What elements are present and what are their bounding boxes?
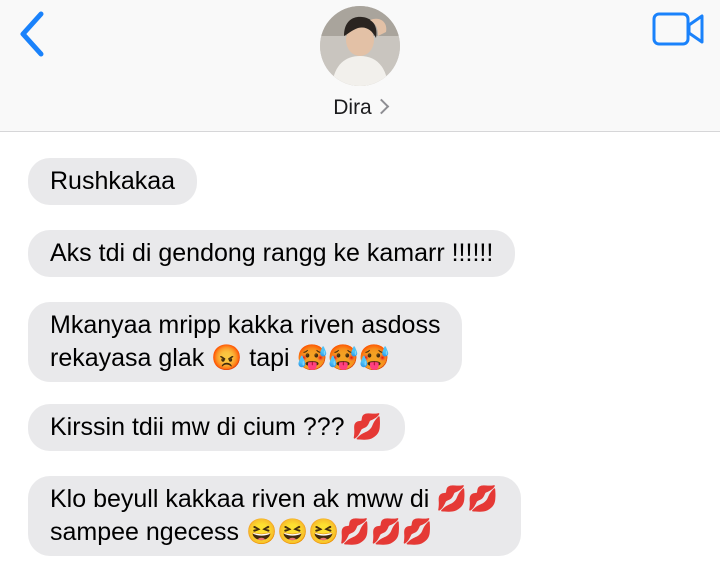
video-camera-icon — [652, 12, 704, 46]
avatar[interactable] — [320, 6, 400, 86]
conversation-screen: Dira Rushkakaa Aks tdi di gendong rangg … — [0, 0, 720, 576]
message-bubble[interactable]: Rushkakaa — [28, 158, 198, 205]
message-text: Rushkakaa — [50, 167, 176, 195]
message-bubble[interactable]: Kirssin tdii mw di cium ??? 💋 — [28, 404, 405, 451]
message-list: Rushkakaa Aks tdi di gendong rangg ke ka… — [0, 132, 720, 576]
chevron-right-icon — [373, 98, 390, 115]
back-button[interactable] — [14, 10, 54, 58]
conversation-header: Dira — [0, 0, 720, 132]
contact-photo — [320, 6, 400, 86]
message-text: rekayasa glak 😡 tapi 🥵🥵🥵 — [50, 344, 390, 372]
message-text: Aks tdi di gendong rangg ke kamarr !!!!!… — [50, 239, 494, 267]
contact-name: Dira — [333, 96, 372, 119]
message-text: Klo beyull kakkaa riven ak mww di 💋💋 — [50, 485, 499, 513]
message-text: Kirssin tdii mw di cium ??? 💋 — [50, 413, 383, 441]
message-text: Mkanyaa mripp kakka riven asdoss — [50, 311, 441, 339]
chevron-left-icon — [20, 11, 44, 57]
message-text: sampee ngecess 😆😆😆💋💋💋 — [50, 518, 433, 546]
message-bubble[interactable]: Aks tdi di gendong rangg ke kamarr !!!!!… — [28, 230, 516, 277]
message-bubble[interactable]: Klo beyull kakkaa riven ak mww di 💋💋 sam… — [28, 476, 521, 556]
video-call-button[interactable] — [652, 10, 706, 48]
contact-name-button[interactable]: Dira — [0, 96, 720, 120]
message-bubble[interactable]: Mkanyaa mripp kakka riven asdoss rekayas… — [28, 302, 463, 382]
